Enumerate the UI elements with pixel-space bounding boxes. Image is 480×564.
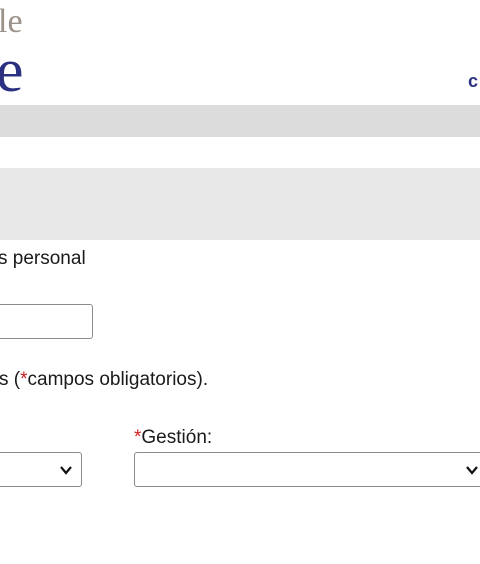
gestion-label-text: Gestión:	[141, 427, 213, 448]
logo-text-bottom: e	[0, 37, 24, 105]
note-text: campos obligatorios).	[27, 369, 209, 390]
left-select-dropdown[interactable]	[0, 452, 82, 487]
gestion-select-dropdown[interactable]	[134, 452, 480, 487]
chevron-down-icon	[60, 466, 72, 475]
section-label: s personal	[0, 248, 86, 269]
required-asterisk: *	[20, 369, 28, 390]
required-fields-note: s (*campos obligatorios).	[0, 369, 208, 391]
chevron-down-icon	[466, 466, 478, 475]
text-input-field[interactable]	[0, 304, 93, 339]
page-banner	[0, 168, 480, 240]
note-prefix: s (	[0, 369, 21, 390]
header-link[interactable]: c	[468, 71, 478, 92]
gestion-label: *Gestión:	[134, 427, 212, 449]
navigation-bar	[0, 105, 480, 137]
